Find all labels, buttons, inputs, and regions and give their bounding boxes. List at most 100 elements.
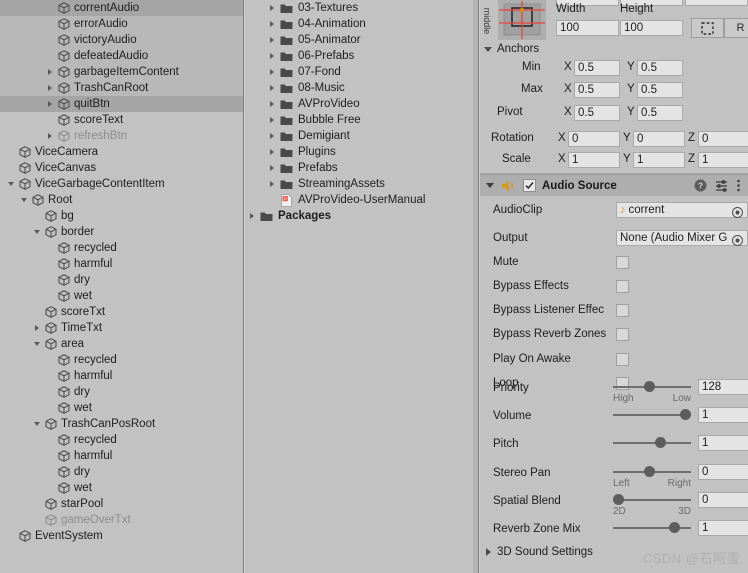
expand-arrow-collapsed[interactable]	[43, 96, 56, 112]
hierarchy-item-timetxt[interactable]: TimeTxt	[0, 320, 243, 336]
expand-arrow-expanded[interactable]	[30, 224, 43, 240]
hierarchy-item-root[interactable]: Root	[0, 192, 243, 208]
expand-arrow-collapsed[interactable]	[265, 144, 278, 160]
project-item-packages[interactable]: Packages	[245, 208, 478, 224]
project-item-plugins[interactable]: Plugins	[245, 144, 478, 160]
pivot-y-field[interactable]: 0.5	[637, 105, 683, 121]
expand-arrow-collapsed[interactable]	[265, 16, 278, 32]
hierarchy-item-recycled[interactable]: recycled	[0, 432, 243, 448]
hierarchy-tree[interactable]: correntAudio errorAudio victoryAudio defeat…	[0, 0, 243, 544]
hierarchy-item-harmful[interactable]: harmful	[0, 256, 243, 272]
hierarchy-item-bg[interactable]: bg	[0, 208, 243, 224]
expand-arrow-collapsed[interactable]	[265, 64, 278, 80]
project-item-06-prefabs[interactable]: 06-Prefabs	[245, 48, 478, 64]
rotation-z-field[interactable]: 0	[698, 131, 748, 147]
project-item-demigiant[interactable]: Demigiant	[245, 128, 478, 144]
raw-edit-button[interactable]: R	[724, 18, 748, 38]
anchor-max-x-field[interactable]: 0.5	[574, 82, 620, 98]
hierarchy-item-trashcanroot[interactable]: TrashCanRoot	[0, 80, 243, 96]
expand-arrow-collapsed[interactable]	[245, 208, 258, 224]
audio-slider-value-pitch[interactable]: 1	[698, 435, 748, 452]
hierarchy-item-wet[interactable]: wet	[0, 288, 243, 304]
audio-source-header[interactable]: Audio Source ?	[480, 174, 748, 196]
slider-knob-reverb-zone-mix[interactable]	[669, 522, 681, 533]
blueprint-mode-button[interactable]	[691, 18, 724, 38]
chevron-down-icon[interactable]	[486, 183, 494, 188]
expand-arrow-collapsed[interactable]	[265, 112, 278, 128]
hierarchy-item-recycled[interactable]: recycled	[0, 240, 243, 256]
3d-sound-settings-foldout[interactable]: 3D Sound Settings	[486, 546, 593, 558]
help-icon[interactable]: ?	[694, 179, 707, 192]
expand-arrow-expanded[interactable]	[4, 176, 17, 192]
expand-arrow-collapsed[interactable]	[265, 80, 278, 96]
hierarchy-item-vicegarbagecontentitem[interactable]: ViceGarbageContentItem	[0, 176, 243, 192]
anchor-max-y-field[interactable]: 0.5	[637, 82, 683, 98]
audio-slider-value-priority[interactable]: 128	[698, 379, 748, 395]
expand-arrow-collapsed[interactable]	[265, 48, 278, 64]
audio-slider-value-spatial-blend[interactable]: 0	[698, 491, 748, 508]
expand-arrow-expanded[interactable]	[17, 192, 30, 208]
anchor-min-y-field[interactable]: 0.5	[637, 60, 683, 76]
hierarchy-item-dry[interactable]: dry	[0, 384, 243, 400]
slider-knob-pitch[interactable]	[655, 437, 667, 449]
hierarchy-item-refreshbtn[interactable]: refreshBtn	[0, 128, 243, 144]
expand-arrow-collapsed[interactable]	[265, 176, 278, 192]
project-tree[interactable]: 03-Textures 04-Animation 05-Animator 06-Pre…	[245, 0, 478, 224]
hierarchy-item-wet[interactable]: wet	[0, 480, 243, 496]
hierarchy-item-trashcanposroot[interactable]: TrashCanPosRoot	[0, 416, 243, 432]
project-item-bubble-free[interactable]: Bubble Free	[245, 112, 478, 128]
scale-y-field[interactable]: 1	[633, 152, 685, 168]
audio-field-value-output[interactable]: None (Audio Mixer G	[616, 230, 748, 246]
project-item-avprovideo[interactable]: AVProVideo	[245, 96, 478, 112]
expand-arrow-expanded[interactable]	[30, 416, 43, 432]
hierarchy-item-dry[interactable]: dry	[0, 464, 243, 480]
hierarchy-item-correntaudio[interactable]: correntAudio	[0, 0, 243, 16]
anchor-preset-widget[interactable]	[498, 0, 546, 40]
slider-knob-stereo-pan[interactable]	[644, 465, 656, 477]
hierarchy-item-scoretxt[interactable]: scoreTxt	[0, 304, 243, 320]
slider-knob-spatial-blend[interactable]	[613, 493, 624, 505]
expand-arrow-collapsed[interactable]	[265, 0, 278, 16]
expand-arrow-collapsed[interactable]	[30, 320, 43, 336]
hierarchy-item-defeatedaudio[interactable]: defeatedAudio	[0, 48, 243, 64]
expand-arrow-collapsed[interactable]	[43, 80, 56, 96]
expand-arrow-collapsed[interactable]	[265, 128, 278, 144]
project-item-04-animation[interactable]: 04-Animation	[245, 16, 478, 32]
project-item-prefabs[interactable]: Prefabs	[245, 160, 478, 176]
project-item-streamingassets[interactable]: StreamingAssets	[245, 176, 478, 192]
project-item-03-textures[interactable]: 03-Textures	[245, 0, 478, 16]
height-field[interactable]: 100	[620, 20, 683, 36]
hierarchy-item-scoretext[interactable]: scoreText	[0, 112, 243, 128]
object-picker-icon-output[interactable]	[732, 233, 743, 251]
audio-slider-value-volume[interactable]: 1	[698, 407, 748, 424]
audio-field-checkbox-bypass-effects[interactable]	[616, 280, 629, 294]
hierarchy-item-recycled[interactable]: recycled	[0, 352, 243, 368]
hierarchy-item-vicecamera[interactable]: ViceCamera	[0, 144, 243, 160]
audio-field-checkbox-mute[interactable]	[616, 256, 629, 270]
project-item-08-music[interactable]: 08-Music	[245, 80, 478, 96]
inspector-panel[interactable]: middle Width Height 100 100 R Anchors Mi…	[480, 0, 748, 573]
anchor-min-x-field[interactable]: 0.5	[574, 60, 620, 76]
project-item-avprovideo-usermanual[interactable]: P AVProVideo-UserManual	[245, 192, 478, 208]
scale-x-field[interactable]: 1	[568, 152, 620, 168]
hierarchy-item-harmful[interactable]: harmful	[0, 368, 243, 384]
expand-arrow-expanded[interactable]	[30, 336, 43, 352]
audio-field-checkbox-bypass-listener-effec[interactable]	[616, 304, 629, 318]
audio-field-checkbox-play-on-awake[interactable]	[616, 352, 629, 366]
rotation-y-field[interactable]: 0	[633, 131, 685, 147]
rotation-x-field[interactable]: 0	[568, 131, 620, 147]
hierarchy-item-starpool[interactable]: starPool	[0, 496, 243, 512]
object-picker-icon-audioclip[interactable]	[732, 205, 743, 223]
audio-field-value-audioclip[interactable]: ♪ corrent	[616, 202, 748, 218]
hierarchy-item-wet[interactable]: wet	[0, 400, 243, 416]
expand-arrow-collapsed[interactable]	[43, 64, 56, 80]
hierarchy-item-quitbtn[interactable]: quitBtn	[0, 96, 243, 112]
expand-arrow-collapsed[interactable]	[43, 128, 56, 144]
expand-arrow-collapsed[interactable]	[265, 160, 278, 176]
hierarchy-item-gameovertxt[interactable]: gameOverTxt	[0, 512, 243, 528]
pos-z-field[interactable]	[685, 0, 748, 6]
anchors-foldout[interactable]: Anchors	[484, 43, 539, 55]
project-panel[interactable]: 03-Textures 04-Animation 05-Animator 06-Pre…	[245, 0, 478, 573]
hierarchy-panel[interactable]: correntAudio errorAudio victoryAudio defeat…	[0, 0, 243, 573]
hierarchy-item-area[interactable]: area	[0, 336, 243, 352]
